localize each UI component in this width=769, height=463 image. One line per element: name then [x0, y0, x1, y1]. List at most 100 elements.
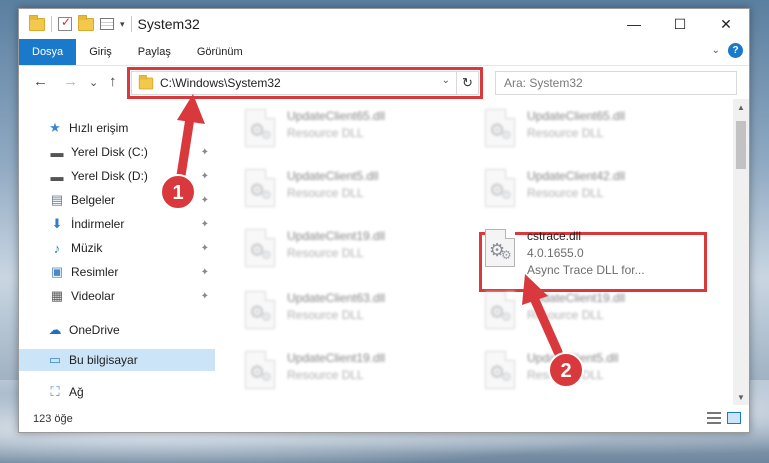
sidebar-item-label: Yerel Disk (C:): [71, 145, 148, 159]
sidebar-item[interactable]: ▬ Yerel Disk (D:) ✦: [19, 165, 215, 187]
music-icon: ♪: [53, 240, 61, 256]
file-list: ⚙ ⚙ UpdateClient65.dll Resource DLL ⚙ ⚙ Update…: [217, 99, 733, 405]
file-item[interactable]: ⚙ ⚙ cstrace.dll 4.0.1655.0 Async Trace DLL f…: [479, 227, 699, 277]
help-icon[interactable]: ?: [728, 43, 743, 58]
maximize-button[interactable]: ☐: [657, 9, 703, 39]
file-description: Resource DLL: [287, 186, 364, 200]
tiles-view-icon[interactable]: [727, 412, 741, 424]
file-name: UpdateClient5.dll: [287, 169, 379, 183]
vertical-scrollbar[interactable]: ▲ ▼: [733, 99, 749, 405]
file-details: UpdateClient63.dll Resource DLL: [287, 289, 385, 339]
tab-home[interactable]: Giriş: [76, 39, 125, 65]
file-name: UpdateClient19.dll: [527, 291, 626, 305]
dll-file-icon: ⚙ ⚙: [239, 107, 279, 151]
expand-ribbon-icon[interactable]: ⌄: [712, 45, 720, 56]
tab-file[interactable]: Dosya: [19, 39, 77, 65]
recent-locations-button[interactable]: ⌄: [89, 76, 98, 89]
sidebar-item[interactable]: ♪ Müzik ✦: [19, 237, 215, 259]
dll-file-icon: ⚙ ⚙: [479, 167, 519, 211]
details-view-icon[interactable]: [707, 412, 721, 424]
sidebar-item[interactable]: ⛶ Ağ: [19, 381, 215, 403]
sidebar-item[interactable]: ▦ Videolar ✦: [19, 285, 215, 307]
sidebar-item[interactable]: ▬ Yerel Disk (C:) ✦: [19, 141, 215, 163]
sidebar-item[interactable]: ▣ Resimler ✦: [19, 261, 215, 283]
dll-file-icon: ⚙ ⚙: [479, 289, 519, 333]
pin-icon[interactable]: ✦: [201, 291, 209, 302]
sidebar-item[interactable]: ☁ OneDrive: [19, 319, 215, 341]
divider: [51, 16, 52, 32]
file-details: UpdateClient19.dll Resource DLL: [287, 227, 385, 277]
file-item[interactable]: ⚙ ⚙ UpdateClient65.dll Resource DLL: [479, 107, 699, 157]
window-controls: — ☐ ✕: [611, 9, 749, 39]
drive-icon: ▬: [50, 168, 64, 184]
pin-icon[interactable]: ✦: [201, 267, 209, 278]
dll-file-icon: ⚙ ⚙: [239, 227, 279, 271]
up-button[interactable]: ↑: [109, 73, 117, 90]
pictures-icon: ▣: [50, 264, 64, 279]
properties-check-icon[interactable]: [58, 15, 72, 31]
sidebar-item[interactable]: ▭ Bu bilgisayar: [19, 349, 215, 371]
pin-icon[interactable]: ✦: [201, 147, 209, 158]
file-item[interactable]: ⚙ ⚙ UpdateClient5.dll Resource DLL: [479, 349, 699, 399]
sidebar-item-label: Bu bilgisayar: [69, 353, 138, 367]
cloud-icon: ☁: [48, 322, 62, 337]
tab-share[interactable]: Paylaş: [125, 39, 184, 65]
file-details: cstrace.dll 4.0.1655.0 Async Trace DLL for…: [527, 227, 645, 277]
file-details: UpdateClient42.dll Resource DLL: [527, 167, 625, 217]
sidebar-item-label: Müzik: [71, 241, 103, 255]
ribbon-right-controls: ⌄ ?: [712, 43, 743, 58]
file-description: Async Trace DLL for...: [527, 263, 645, 277]
file-version: 4.0.1655.0: [527, 246, 584, 260]
ribbon-tabs: Dosya Giriş Paylaş Görünüm ⌄ ?: [19, 39, 749, 65]
file-description: Resource DLL: [527, 308, 604, 322]
customize-toolbar-icon[interactable]: [100, 18, 114, 30]
file-description: Resource DLL: [287, 368, 364, 382]
file-name: UpdateClient19.dll: [287, 351, 386, 365]
file-item[interactable]: ⚙ ⚙ UpdateClient19.dll Resource DLL: [239, 227, 459, 277]
file-description: Resource DLL: [287, 126, 364, 140]
pin-icon[interactable]: ✦: [201, 171, 209, 182]
sidebar-item[interactable]: ▤ Belgeler ✦: [19, 189, 215, 211]
sidebar-item-label: İndirmeler: [71, 217, 125, 231]
forward-button[interactable]: →: [63, 73, 78, 90]
tab-view[interactable]: Görünüm: [184, 39, 256, 65]
new-folder-icon[interactable]: [78, 14, 94, 31]
chevron-down-icon[interactable]: ▾: [120, 19, 125, 30]
scrollbar-thumb[interactable]: [736, 121, 746, 169]
file-item[interactable]: ⚙ ⚙ UpdateClient19.dll Resource DLL: [479, 289, 699, 339]
dll-file-icon: ⚙ ⚙: [239, 349, 279, 393]
file-item[interactable]: ⚙ ⚙ UpdateClient42.dll Resource DLL: [479, 167, 699, 217]
sidebar-item[interactable]: ⬇ İndirmeler ✦: [19, 213, 215, 235]
sidebar-item[interactable]: ★ Hızlı erişim: [19, 117, 215, 139]
star-icon: ★: [49, 120, 61, 135]
navigation-pane: ★ Hızlı erişim ▬ Yerel Disk (C:) ✦ ▬ Yerel Dis…: [19, 99, 217, 405]
file-description: Resource DLL: [527, 186, 604, 200]
sidebar-item-label: OneDrive: [69, 323, 120, 337]
file-name: UpdateClient19.dll: [287, 229, 386, 243]
scroll-down-icon[interactable]: ▼: [733, 389, 749, 405]
file-details: UpdateClient5.dll Resource DLL: [287, 167, 378, 217]
window-title: System32: [137, 16, 200, 32]
file-name: UpdateClient65.dll: [287, 109, 386, 123]
view-buttons: [707, 412, 741, 424]
pin-icon[interactable]: ✦: [201, 195, 209, 206]
file-description: Resource DLL: [527, 368, 604, 382]
scroll-up-icon[interactable]: ▲: [733, 99, 749, 115]
address-highlight-box: [127, 67, 483, 99]
file-name: cstrace.dll: [527, 229, 582, 243]
folder-icon[interactable]: [29, 14, 45, 31]
close-button[interactable]: ✕: [703, 9, 749, 39]
back-button[interactable]: ←: [33, 73, 48, 90]
sidebar-item-label: Resimler: [71, 265, 119, 279]
title-bar: ▾ System32 — ☐ ✕: [19, 9, 749, 39]
search-input[interactable]: Ara: System32: [495, 71, 737, 95]
file-item[interactable]: ⚙ ⚙ UpdateClient19.dll Resource DLL: [239, 349, 459, 399]
videos-icon: ▦: [50, 288, 64, 303]
file-item[interactable]: ⚙ ⚙ UpdateClient63.dll Resource DLL: [239, 289, 459, 339]
minimize-button[interactable]: —: [611, 9, 657, 39]
quick-access-toolbar: ▾: [19, 14, 132, 32]
pin-icon[interactable]: ✦: [201, 219, 209, 230]
file-item[interactable]: ⚙ ⚙ UpdateClient5.dll Resource DLL: [239, 167, 459, 217]
pin-icon[interactable]: ✦: [201, 243, 209, 254]
file-item[interactable]: ⚙ ⚙ UpdateClient65.dll Resource DLL: [239, 107, 459, 157]
